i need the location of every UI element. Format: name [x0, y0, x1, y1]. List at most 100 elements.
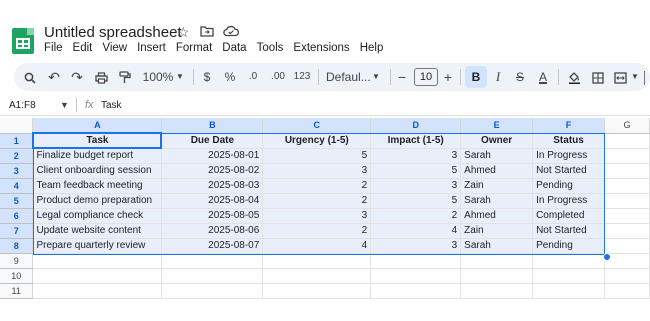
name-box[interactable]: A1:F8	[9, 100, 36, 111]
cell-task[interactable]: Team feedback meeting	[32, 178, 163, 194]
cell-urgency[interactable]: 2	[262, 193, 372, 209]
format-currency-button[interactable]: $	[200, 63, 214, 91]
cell-due-date[interactable]: 2025-08-03	[161, 178, 264, 194]
column-header-a[interactable]: A	[32, 118, 163, 134]
cell-urgency[interactable]: 3	[262, 163, 372, 179]
cell[interactable]	[460, 283, 534, 299]
menu-help[interactable]: Help	[355, 41, 389, 55]
menu-view[interactable]: View	[97, 41, 132, 55]
cell[interactable]	[604, 208, 650, 224]
row-header[interactable]: 9	[0, 253, 34, 269]
font-size-input[interactable]: 10	[414, 68, 438, 86]
menu-edit[interactable]: Edit	[68, 41, 98, 55]
cell-status[interactable]: Completed	[532, 208, 606, 224]
undo-icon[interactable]: ↶	[46, 63, 62, 91]
cell-owner[interactable]: Sarah	[460, 193, 534, 209]
cell-due-date[interactable]: 2025-08-06	[161, 223, 264, 239]
move-folder-icon[interactable]	[200, 24, 214, 40]
cell[interactable]	[161, 268, 264, 284]
menu-data[interactable]: Data	[217, 41, 251, 55]
column-header-b[interactable]: B	[161, 118, 264, 134]
cell-task[interactable]: Finalize budget report	[32, 148, 163, 164]
paint-format-icon[interactable]	[116, 63, 134, 91]
cell[interactable]	[262, 253, 372, 269]
cell-owner[interactable]: Ahmed	[460, 208, 534, 224]
cell[interactable]	[460, 268, 534, 284]
cell[interactable]	[161, 283, 264, 299]
merge-chevron-down-icon[interactable]: ▼	[630, 63, 640, 91]
strikethrough-button[interactable]: S	[512, 63, 528, 91]
row-header[interactable]: 11	[0, 283, 34, 299]
cell[interactable]	[604, 283, 650, 299]
cell-impact[interactable]: 3	[370, 238, 462, 254]
cell[interactable]	[604, 253, 650, 269]
menu-extensions[interactable]: Extensions	[288, 41, 354, 55]
italic-button[interactable]: I	[490, 63, 506, 91]
row-header[interactable]: 3	[0, 163, 34, 179]
cell-due-date[interactable]: 2025-08-04	[161, 193, 264, 209]
column-header-d[interactable]: D	[370, 118, 462, 134]
header-cell-owner[interactable]: Owner	[460, 133, 534, 149]
decrease-decimal-button[interactable]: .0	[245, 63, 261, 91]
cell[interactable]	[370, 283, 462, 299]
menu-insert[interactable]: Insert	[132, 41, 171, 55]
header-cell-impact[interactable]: Impact (1-5)	[370, 133, 462, 149]
cell[interactable]	[604, 178, 650, 194]
cell[interactable]	[604, 193, 650, 209]
cell[interactable]	[161, 253, 264, 269]
cell[interactable]	[532, 268, 606, 284]
cell[interactable]	[262, 268, 372, 284]
cell-owner[interactable]: Zain	[460, 178, 534, 194]
cell[interactable]	[32, 283, 163, 299]
header-cell-urgency[interactable]: Urgency (1-5)	[262, 133, 372, 149]
cell-task[interactable]: Update website content	[32, 223, 163, 239]
cell-owner[interactable]: Sarah	[460, 238, 534, 254]
bold-button[interactable]: B	[465, 66, 487, 88]
column-header-f[interactable]: F	[532, 118, 606, 134]
merge-cells-icon[interactable]	[613, 63, 627, 91]
column-header-g[interactable]: G	[604, 118, 650, 134]
zoom-select[interactable]: 100%	[140, 63, 176, 91]
cell[interactable]	[370, 253, 462, 269]
format-percent-button[interactable]: %	[223, 63, 237, 91]
cell-due-date[interactable]: 2025-08-01	[161, 148, 264, 164]
cell[interactable]	[604, 223, 650, 239]
select-all-corner[interactable]	[0, 118, 34, 134]
cell-owner[interactable]: Sarah	[460, 148, 534, 164]
cell-due-date[interactable]: 2025-08-02	[161, 163, 264, 179]
fill-color-icon[interactable]	[566, 63, 582, 91]
cell-urgency[interactable]: 3	[262, 208, 372, 224]
row-header[interactable]: 6	[0, 208, 34, 224]
zoom-chevron-down-icon[interactable]: ▼	[174, 63, 186, 91]
borders-icon[interactable]	[590, 63, 606, 91]
cell-urgency[interactable]: 2	[262, 178, 372, 194]
cell-task[interactable]: Product demo preparation	[32, 193, 163, 209]
menu-tools[interactable]: Tools	[252, 41, 289, 55]
cell-task[interactable]: Prepare quarterly review	[32, 238, 163, 254]
cell[interactable]	[604, 163, 650, 179]
header-cell-status[interactable]: Status	[532, 133, 606, 149]
cell[interactable]	[604, 133, 650, 149]
row-header[interactable]: 1	[0, 133, 34, 149]
cell-task[interactable]: Client onboarding session	[32, 163, 163, 179]
cell[interactable]	[262, 283, 372, 299]
cell[interactable]	[604, 238, 650, 254]
more-formats-button[interactable]: 123	[292, 63, 312, 91]
cell-status[interactable]: Pending	[532, 238, 606, 254]
document-title[interactable]: Untitled spreadsheet	[44, 24, 182, 41]
text-color-button[interactable]: A	[535, 63, 551, 91]
star-icon[interactable]: ☆	[177, 24, 190, 41]
cell[interactable]	[604, 268, 650, 284]
cell-status[interactable]: In Progress	[532, 193, 606, 209]
search-menus-icon[interactable]	[22, 63, 38, 91]
row-header[interactable]: 8	[0, 238, 34, 254]
cell-impact[interactable]: 3	[370, 178, 462, 194]
cell-impact[interactable]: 5	[370, 163, 462, 179]
header-cell-task[interactable]: Task	[32, 133, 163, 149]
cell-impact[interactable]: 5	[370, 193, 462, 209]
increase-font-size-button[interactable]: +	[442, 63, 454, 91]
formula-input[interactable]: Task	[101, 100, 122, 111]
sheets-logo-icon[interactable]	[12, 28, 34, 54]
cell-status[interactable]: Not Started	[532, 223, 606, 239]
cell[interactable]	[32, 268, 163, 284]
